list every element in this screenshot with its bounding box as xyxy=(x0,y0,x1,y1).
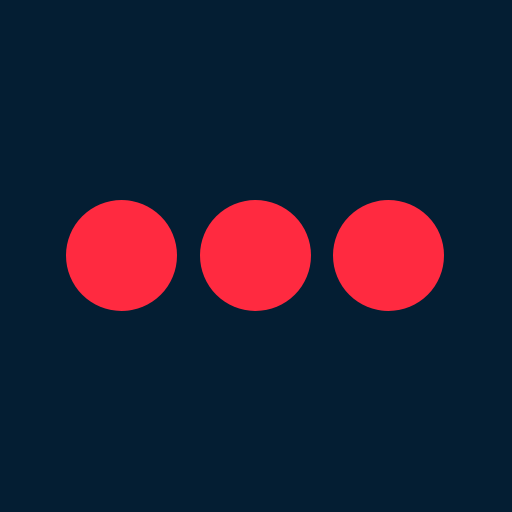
dot-center xyxy=(200,200,311,311)
dot-left xyxy=(66,200,177,311)
dot-right xyxy=(333,200,444,311)
more-horizontal-icon xyxy=(0,0,512,512)
